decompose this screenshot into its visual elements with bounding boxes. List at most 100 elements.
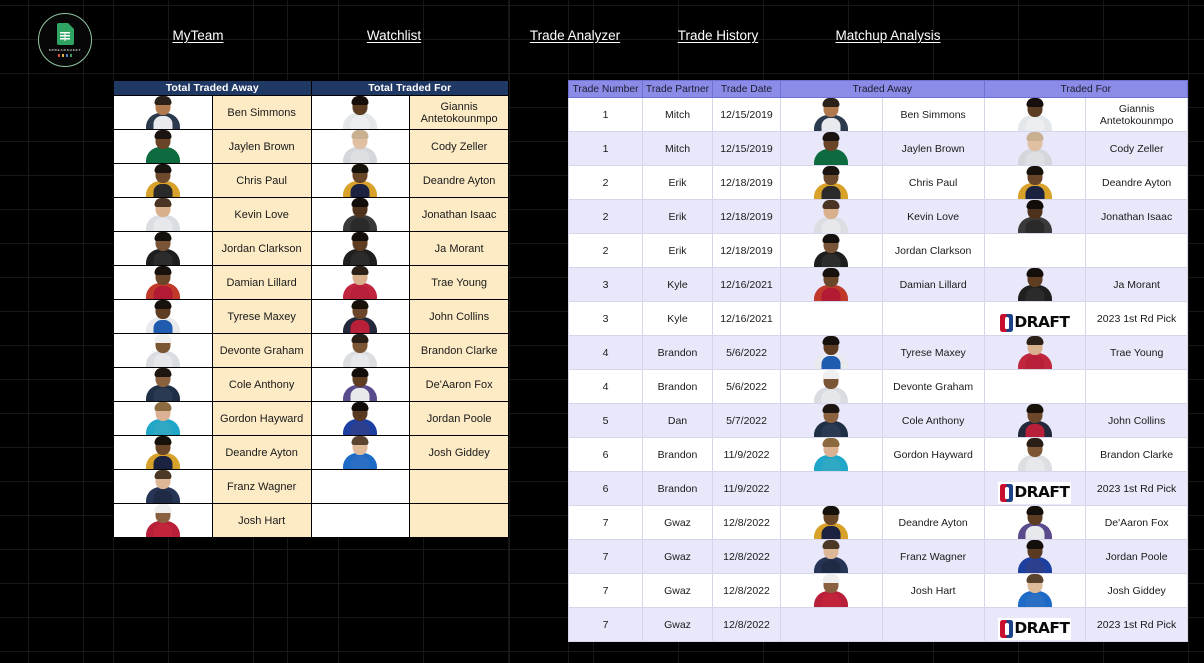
trade-history-row[interactable]: 1 Mitch 12/15/2019 Ben Simmons Giannis Antet…	[568, 97, 1188, 132]
totals-for-name-cell[interactable]: John Collins	[409, 299, 509, 334]
totals-away-name-cell[interactable]: Damian Lillard	[211, 265, 312, 300]
totals-table-row: Deandre Ayton Josh Giddey	[113, 435, 509, 470]
totals-away-name-cell[interactable]: Tyrese Maxey	[211, 299, 312, 334]
traded-away-photo-cell	[780, 403, 883, 438]
draft-label: DRAFT	[1014, 483, 1070, 502]
trade-date-cell: 5/7/2022	[712, 403, 781, 438]
totals-for-name-cell[interactable]	[409, 503, 509, 538]
nav-link-watchlist[interactable]: Watchlist	[367, 28, 421, 43]
totals-away-name-cell[interactable]: Ben Simmons	[211, 95, 312, 130]
player-photo	[143, 232, 183, 265]
nav-link-matchup-analysis[interactable]: Matchup Analysis	[835, 28, 940, 43]
trade-history-row[interactable]: 4 Brandon 5/6/2022 Tyrese Maxey Trae Young	[568, 335, 1188, 370]
totals-away-name-cell[interactable]: Deandre Ayton	[211, 435, 312, 470]
player-photo	[340, 198, 380, 231]
history-header-traded-for[interactable]: Traded For	[983, 80, 1188, 98]
totals-for-name-cell[interactable]: Deandre Ayton	[409, 163, 509, 198]
traded-away-photo-cell	[780, 131, 883, 166]
trade-history-row[interactable]: 6 Brandon 11/9/2022 DRAFT 2023 1st Rd Pick	[568, 471, 1188, 506]
totals-for-name-cell[interactable]	[409, 469, 509, 504]
traded-for-photo-cell	[983, 369, 1087, 404]
totals-away-name-cell[interactable]: Jaylen Brown	[211, 129, 312, 164]
trade-history-row[interactable]: 2 Erik 12/18/2019 Jordan Clarkson	[568, 233, 1188, 268]
nav-link-trade-history[interactable]: Trade History	[678, 28, 759, 43]
trade-partner-cell: Erik	[642, 233, 713, 268]
totals-for-photo-cell	[310, 265, 411, 300]
totals-for-name-cell[interactable]: Giannis Antetokounmpo	[409, 95, 509, 130]
totals-table-body: Ben Simmons Giannis Antetokounmpo Jaylen B…	[113, 95, 509, 538]
totals-away-name-cell[interactable]: Chris Paul	[211, 163, 312, 198]
history-header-trade-partner[interactable]: Trade Partner	[642, 80, 713, 98]
trade-history-row[interactable]: 2 Erik 12/18/2019 Chris Paul Deandre Ayton	[568, 165, 1188, 200]
totals-table-row: Josh Hart	[113, 503, 509, 538]
traded-for-photo-cell	[983, 573, 1087, 608]
nba-draft-logo: DRAFT	[998, 482, 1072, 504]
trade-number-cell: 4	[568, 369, 643, 404]
player-photo	[340, 368, 380, 401]
totals-away-name-cell[interactable]: Josh Hart	[211, 503, 312, 538]
player-photo	[811, 506, 851, 539]
history-header-traded-away[interactable]: Traded Away	[780, 80, 985, 98]
totals-away-photo-cell	[113, 231, 213, 266]
trade-history-row[interactable]: 7 Gwaz 12/8/2022 DRAFT 2023 1st Rd Pick	[568, 607, 1188, 642]
totals-table-row: Cole Anthony De'Aaron Fox	[113, 367, 509, 402]
player-photo	[811, 132, 851, 165]
totals-table-row: Tyrese Maxey John Collins	[113, 299, 509, 334]
player-photo	[1015, 200, 1055, 233]
trade-history-row[interactable]: 1 Mitch 12/15/2019 Jaylen Brown Cody Zeller	[568, 131, 1188, 166]
totals-away-name-cell[interactable]: Gordon Hayward	[211, 401, 312, 436]
totals-table-header-row: Total Traded Away Total Traded For	[113, 80, 509, 96]
player-photo	[340, 130, 380, 163]
trade-partner-cell: Brandon	[642, 471, 713, 506]
nav-link-trade-analyzer[interactable]: Trade Analyzer	[530, 28, 620, 43]
trade-history-row[interactable]: 3 Kyle 12/16/2021 DRAFT 2023 1st Rd Pick	[568, 301, 1188, 336]
totals-away-photo-cell	[113, 435, 213, 470]
trade-partner-cell: Kyle	[642, 301, 713, 336]
totals-away-photo-cell	[113, 265, 213, 300]
player-photo	[143, 504, 183, 537]
trade-number-cell: 1	[568, 97, 643, 132]
trade-history-row[interactable]: 2 Erik 12/18/2019 Kevin Love Jonathan Isaac	[568, 199, 1188, 234]
trade-history-row[interactable]: 5 Dan 5/7/2022 Cole Anthony John Collins	[568, 403, 1188, 438]
totals-away-name-cell[interactable]: Jordan Clarkson	[211, 231, 312, 266]
totals-for-name-cell[interactable]: Trae Young	[409, 265, 509, 300]
player-photo	[1015, 404, 1055, 437]
totals-away-name-cell[interactable]: Kevin Love	[211, 197, 312, 232]
traded-for-name-cell: Jordan Poole	[1085, 539, 1188, 574]
totals-for-name-cell[interactable]: Ja Morant	[409, 231, 509, 266]
totals-away-name-cell[interactable]: Cole Anthony	[211, 367, 312, 402]
trade-history-row[interactable]: 6 Brandon 11/9/2022 Gordon Hayward Brandon C…	[568, 437, 1188, 472]
totals-for-name-cell[interactable]: Brandon Clarke	[409, 333, 509, 368]
totals-away-name-cell[interactable]: Devonte Graham	[211, 333, 312, 368]
traded-for-photo-cell	[983, 335, 1087, 370]
trade-date-cell: 12/15/2019	[712, 97, 781, 132]
trade-date-cell: 12/8/2022	[712, 607, 781, 642]
trade-history-table-body: 1 Mitch 12/15/2019 Ben Simmons Giannis Antet…	[568, 97, 1188, 642]
totals-for-name-cell[interactable]: Josh Giddey	[409, 435, 509, 470]
totals-for-name-cell[interactable]: De'Aaron Fox	[409, 367, 509, 402]
totals-away-photo-cell	[113, 401, 213, 436]
player-photo	[1015, 438, 1055, 471]
traded-for-photo-cell	[983, 267, 1087, 302]
nav-link-myteam[interactable]: MyTeam	[172, 28, 223, 43]
trade-date-cell: 12/18/2019	[712, 233, 781, 268]
totals-away-name-cell[interactable]: Franz Wagner	[211, 469, 312, 504]
top-navigation: MyTeam Watchlist Trade Analyzer Trade Hi…	[0, 28, 1204, 56]
traded-away-name-cell: Gordon Hayward	[881, 437, 985, 472]
totals-for-name-cell[interactable]: Cody Zeller	[409, 129, 509, 164]
player-photo	[811, 234, 851, 267]
totals-for-photo-cell	[310, 503, 411, 538]
history-header-trade-date[interactable]: Trade Date	[712, 80, 781, 98]
trade-history-row[interactable]: 7 Gwaz 12/8/2022 Deandre Ayton De'Aaron Fox	[568, 505, 1188, 540]
trade-history-row[interactable]: 3 Kyle 12/16/2021 Damian Lillard Ja Morant	[568, 267, 1188, 302]
totals-table-row: Chris Paul Deandre Ayton	[113, 163, 509, 198]
trade-history-row[interactable]: 7 Gwaz 12/8/2022 Josh Hart Josh Giddey	[568, 573, 1188, 608]
trade-number-cell: 2	[568, 165, 643, 200]
trade-history-row[interactable]: 4 Brandon 5/6/2022 Devonte Graham	[568, 369, 1188, 404]
history-header-trade-number[interactable]: Trade Number	[568, 80, 643, 98]
traded-for-name-cell: Cody Zeller	[1085, 131, 1188, 166]
totals-for-name-cell[interactable]: Jordan Poole	[409, 401, 509, 436]
totals-for-name-cell[interactable]: Jonathan Isaac	[409, 197, 509, 232]
player-photo	[1015, 540, 1055, 573]
trade-history-row[interactable]: 7 Gwaz 12/8/2022 Franz Wagner Jordan Poole	[568, 539, 1188, 574]
